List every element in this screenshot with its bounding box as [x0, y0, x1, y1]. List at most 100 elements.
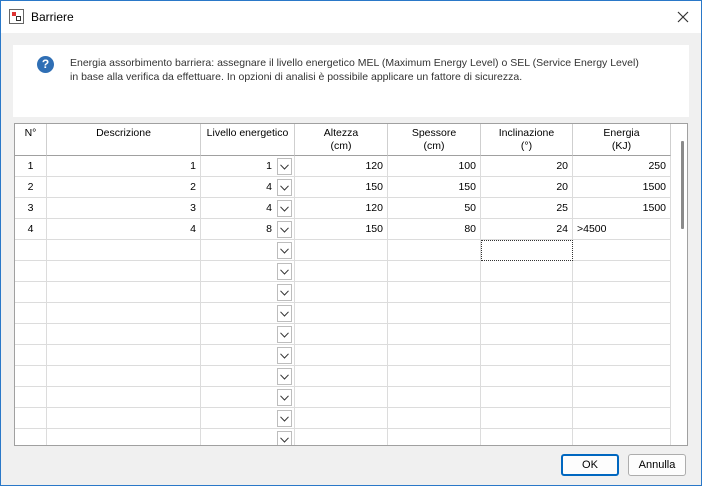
cell-spessore[interactable]: 50 [388, 198, 481, 219]
cell-inclinazione[interactable] [481, 303, 573, 324]
cell-n[interactable]: 4 [15, 219, 47, 240]
cell-altezza[interactable] [295, 345, 388, 366]
cell-inclinazione[interactable]: 20 [481, 177, 573, 198]
cell-spessore[interactable] [388, 303, 481, 324]
livello-dropdown-button[interactable] [277, 326, 292, 343]
cell-spessore[interactable] [388, 429, 481, 445]
cell-inclinazione[interactable] [481, 240, 573, 261]
cell-energia[interactable] [573, 408, 671, 429]
cell-inclinazione[interactable] [481, 324, 573, 345]
cell-inclinazione[interactable] [481, 345, 573, 366]
column-header-spessore[interactable]: Spessore (cm) [388, 124, 481, 156]
cell-n[interactable] [15, 345, 47, 366]
livello-dropdown-button[interactable] [277, 305, 292, 322]
cell-altezza[interactable]: 120 [295, 198, 388, 219]
livello-dropdown-button[interactable] [277, 284, 292, 301]
livello-dropdown-button[interactable] [277, 368, 292, 385]
cell-n[interactable] [15, 429, 47, 445]
column-header-altezza[interactable]: Altezza (cm) [295, 124, 388, 156]
cell-energia[interactable] [573, 366, 671, 387]
cell-n[interactable]: 3 [15, 198, 47, 219]
cell-energia[interactable]: 1500 [573, 177, 671, 198]
cancel-button[interactable]: Annulla [628, 454, 686, 476]
cell-descrizione[interactable] [47, 282, 201, 303]
cell-altezza[interactable] [295, 387, 388, 408]
cell-spessore[interactable]: 150 [388, 177, 481, 198]
scrollbar-thumb[interactable] [681, 141, 684, 229]
ok-button[interactable]: OK [561, 454, 619, 476]
cell-altezza[interactable] [295, 366, 388, 387]
cell-energia[interactable] [573, 429, 671, 445]
column-header-energia[interactable]: Energia (KJ) [573, 124, 671, 156]
column-header-descrizione[interactable]: Descrizione [47, 124, 201, 156]
cell-altezza[interactable] [295, 282, 388, 303]
cell-n[interactable] [15, 324, 47, 345]
column-header-livello[interactable]: Livello energetico [201, 124, 295, 156]
cell-spessore[interactable]: 80 [388, 219, 481, 240]
cell-energia[interactable] [573, 345, 671, 366]
cell-descrizione[interactable] [47, 366, 201, 387]
livello-dropdown-button[interactable] [277, 200, 292, 217]
cell-energia[interactable]: 250 [573, 156, 671, 177]
livello-dropdown-button[interactable] [277, 242, 292, 259]
cell-spessore[interactable] [388, 345, 481, 366]
livello-dropdown-button[interactable] [277, 431, 292, 445]
livello-dropdown-button[interactable] [277, 158, 292, 175]
cell-n[interactable] [15, 261, 47, 282]
cell-altezza[interactable] [295, 324, 388, 345]
cell-inclinazione[interactable]: 24 [481, 219, 573, 240]
cell-altezza[interactable] [295, 261, 388, 282]
cell-descrizione[interactable] [47, 387, 201, 408]
livello-dropdown-button[interactable] [277, 221, 292, 238]
cell-n[interactable] [15, 240, 47, 261]
cell-altezza[interactable]: 150 [295, 219, 388, 240]
cell-energia[interactable] [573, 387, 671, 408]
cell-descrizione[interactable]: 4 [47, 219, 201, 240]
cell-spessore[interactable]: 100 [388, 156, 481, 177]
cell-energia[interactable] [573, 324, 671, 345]
cell-inclinazione[interactable] [481, 261, 573, 282]
cell-inclinazione[interactable] [481, 282, 573, 303]
cell-altezza[interactable]: 120 [295, 156, 388, 177]
cell-altezza[interactable] [295, 303, 388, 324]
cell-spessore[interactable] [388, 408, 481, 429]
cell-altezza[interactable] [295, 408, 388, 429]
cell-spessore[interactable] [388, 240, 481, 261]
column-header-inclinazione[interactable]: Inclinazione (°) [481, 124, 573, 156]
cell-spessore[interactable] [388, 261, 481, 282]
cell-inclinazione[interactable] [481, 366, 573, 387]
close-button[interactable] [665, 1, 701, 33]
cell-descrizione[interactable]: 1 [47, 156, 201, 177]
cell-altezza[interactable] [295, 240, 388, 261]
cell-n[interactable] [15, 387, 47, 408]
cell-descrizione[interactable] [47, 408, 201, 429]
cell-descrizione[interactable]: 2 [47, 177, 201, 198]
cell-energia[interactable] [573, 303, 671, 324]
cell-spessore[interactable] [388, 282, 481, 303]
cell-n[interactable] [15, 303, 47, 324]
cell-spessore[interactable] [388, 324, 481, 345]
cell-inclinazione[interactable] [481, 387, 573, 408]
cell-energia[interactable] [573, 240, 671, 261]
cell-descrizione[interactable] [47, 261, 201, 282]
cell-energia[interactable] [573, 261, 671, 282]
livello-dropdown-button[interactable] [277, 263, 292, 280]
cell-n[interactable] [15, 366, 47, 387]
livello-dropdown-button[interactable] [277, 347, 292, 364]
cell-n[interactable]: 1 [15, 156, 47, 177]
cell-altezza[interactable] [295, 429, 388, 445]
column-header-n[interactable]: N° [15, 124, 47, 156]
cell-altezza[interactable]: 150 [295, 177, 388, 198]
barriers-table[interactable]: N° Descrizione Livello energetico Altezza (c… [14, 123, 688, 446]
cell-descrizione[interactable] [47, 303, 201, 324]
cell-energia[interactable]: 1500 [573, 198, 671, 219]
title-bar[interactable]: Barriere [1, 1, 701, 33]
cell-descrizione[interactable]: 3 [47, 198, 201, 219]
vertical-scrollbar[interactable] [677, 124, 687, 445]
cell-energia[interactable] [573, 282, 671, 303]
livello-dropdown-button[interactable] [277, 179, 292, 196]
cell-n[interactable] [15, 282, 47, 303]
cell-descrizione[interactable] [47, 324, 201, 345]
cell-descrizione[interactable] [47, 429, 201, 445]
cell-inclinazione[interactable]: 25 [481, 198, 573, 219]
